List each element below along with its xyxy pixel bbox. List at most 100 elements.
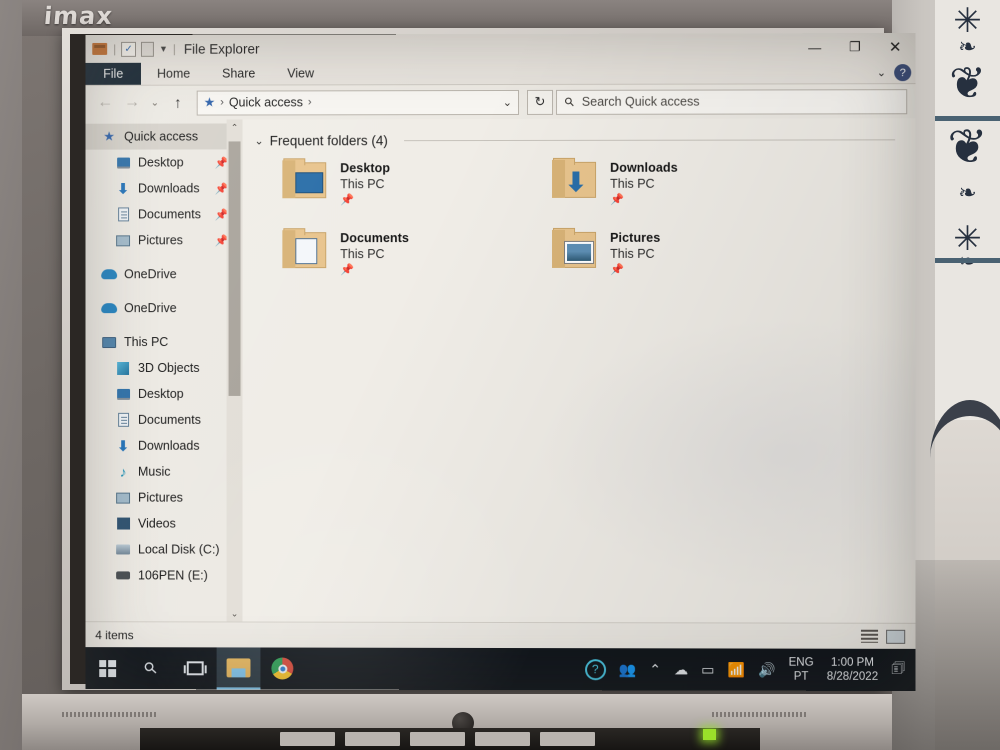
folder-grid: Desktop This PC 📌 ⬇ Downloads This PC 📌 … — [254, 159, 915, 276]
download-icon: ⬇ — [115, 181, 131, 196]
volume-icon[interactable]: 🔊 — [758, 663, 776, 677]
file-explorer-icon — [227, 658, 251, 677]
new-folder-icon[interactable] — [141, 41, 154, 56]
pin-icon: 📌 — [610, 263, 660, 276]
ribbon-expand-icon[interactable]: ⌄ — [877, 66, 886, 79]
people-icon[interactable]: 👥 — [619, 662, 636, 676]
sidebar-item-label: Videos — [138, 517, 176, 531]
folder-item-desktop[interactable]: Desktop This PC 📌 — [254, 160, 524, 206]
picture-icon — [115, 490, 131, 505]
download-badge-icon: ⬇ — [565, 172, 587, 193]
sidebar-item-downloads-2[interactable]: ⬇ Downloads — [85, 433, 242, 459]
folder-item-documents[interactable]: Documents This PC 📌 — [254, 230, 524, 276]
sidebar-item-quick-access[interactable]: ★ Quick access — [85, 123, 242, 149]
back-button[interactable]: ← — [93, 90, 117, 116]
minimize-button[interactable]: — — [795, 33, 835, 61]
chrome-button[interactable] — [260, 647, 304, 689]
breadcrumb-quick-access[interactable]: Quick access — [229, 95, 303, 109]
navigation-pane[interactable]: ★ Quick access Desktop 📌 ⬇ Downloads 📌 D… — [85, 119, 242, 621]
chevron-down-icon[interactable]: ▼ — [159, 44, 168, 54]
keyboard — [140, 728, 760, 750]
large-icons-view-icon[interactable] — [886, 629, 905, 643]
folder-icon: ⬇ — [552, 160, 600, 202]
recent-locations-icon[interactable]: ⌄ — [147, 90, 163, 116]
quick-access-toolbar[interactable]: | ✓ ▼ | — [91, 41, 176, 57]
sidebar-item-pictures-2[interactable]: Pictures — [85, 485, 242, 511]
up-button[interactable]: ↑ — [166, 90, 190, 116]
sidebar-item-106pen-e[interactable]: 106PEN (E:) — [85, 562, 242, 588]
sidebar-item-music[interactable]: ♪ Music — [85, 459, 242, 485]
file-explorer-button[interactable] — [217, 647, 261, 689]
sidebar-item-label: Downloads — [138, 181, 200, 195]
keyboard-led — [703, 729, 716, 740]
scrollbar-thumb[interactable] — [229, 141, 241, 396]
folder-icon — [552, 230, 600, 272]
sidebar-item-documents[interactable]: Documents 📌 — [85, 201, 242, 227]
sidebar-item-desktop-2[interactable]: Desktop — [85, 381, 242, 407]
star-icon: ★ — [101, 129, 117, 144]
folder-item-pictures[interactable]: Pictures This PC 📌 — [524, 230, 795, 276]
maximize-button[interactable]: ❐ — [835, 33, 875, 61]
tab-share[interactable]: Share — [206, 63, 271, 85]
properties-icon[interactable]: ✓ — [121, 41, 136, 56]
search-placeholder: Search Quick access — [582, 95, 700, 109]
document-icon — [115, 412, 131, 427]
sidebar-item-desktop[interactable]: Desktop 📌 — [85, 149, 242, 175]
ribbon-tabs: File Home Share View ⌄ ? — [85, 61, 915, 86]
help-icon[interactable]: ? — [894, 64, 911, 81]
desktop-icon — [115, 155, 131, 170]
forward-button[interactable]: → — [120, 90, 144, 116]
task-view-button[interactable] — [173, 647, 217, 689]
details-view-icon[interactable] — [861, 630, 878, 643]
sidebar-item-local-disk-c[interactable]: Local Disk (C:) — [85, 536, 242, 562]
sidebar-item-label: Desktop — [138, 155, 184, 169]
sidebar-item-this-pc[interactable]: This PC — [85, 329, 242, 355]
sidebar-item-onedrive-1[interactable]: OneDrive — [85, 261, 242, 287]
address-field[interactable]: ★ › Quick access › ⌄ — [197, 89, 519, 115]
group-header-frequent-folders[interactable]: ⌄ Frequent folders (4) — [254, 132, 915, 148]
folder-item-downloads[interactable]: ⬇ Downloads This PC 📌 — [524, 160, 795, 206]
scroll-down-icon[interactable]: ⌄ — [227, 606, 243, 622]
onedrive-tray-icon[interactable]: ☁ — [674, 662, 688, 676]
search-button[interactable]: ⚲ — [129, 647, 173, 689]
battery-icon[interactable]: ▭ — [701, 662, 714, 676]
tab-view[interactable]: View — [271, 62, 330, 84]
group-divider — [404, 139, 895, 141]
sidebar-item-label: OneDrive — [124, 301, 177, 315]
clock[interactable]: 1:00 PM 8/28/2022 — [827, 655, 878, 684]
scroll-up-icon[interactable]: ⌃ — [227, 119, 243, 135]
sidebar-item-documents-2[interactable]: Documents — [85, 407, 242, 433]
sidebar-item-pictures[interactable]: Pictures 📌 — [85, 227, 242, 253]
folder-name: Pictures — [610, 231, 660, 245]
sidebar-item-label: Pictures — [138, 491, 183, 505]
sidebar-item-onedrive-2[interactable]: OneDrive — [85, 295, 242, 321]
status-bar: 4 items — [85, 621, 915, 649]
refresh-button[interactable]: ↻ — [527, 89, 553, 114]
sidebar-item-label: 106PEN (E:) — [138, 568, 208, 582]
sidebar-item-3d-objects[interactable]: 3D Objects — [85, 355, 242, 381]
help-icon[interactable]: ? — [585, 659, 606, 680]
wifi-icon[interactable]: 📶 — [728, 663, 745, 677]
title-bar: | ✓ ▼ | File Explorer — ❐ ✕ — [85, 33, 915, 63]
windows-logo-icon — [99, 660, 116, 677]
close-button[interactable]: ✕ — [875, 33, 915, 61]
folder-icon[interactable] — [91, 41, 108, 57]
language-indicator[interactable]: ENG PT — [789, 655, 814, 684]
clock-date: 8/28/2022 — [827, 670, 878, 685]
sidebar-item-videos[interactable]: Videos — [85, 511, 242, 537]
address-dropdown-icon[interactable]: ⌄ — [503, 95, 512, 108]
explorer-body: ★ Quick access Desktop 📌 ⬇ Downloads 📌 D… — [85, 118, 915, 623]
sidebar-item-downloads[interactable]: ⬇ Downloads 📌 — [85, 175, 242, 201]
chevron-down-icon[interactable]: ⌄ — [254, 134, 263, 147]
navigation-scrollbar[interactable]: ⌃ ⌄ — [227, 119, 243, 621]
folder-location: This PC — [610, 177, 678, 191]
ribbon-right-controls: ⌄ ? — [877, 61, 911, 84]
content-pane[interactable]: ⌄ Frequent folders (4) Desktop This PC 📌… — [243, 118, 916, 623]
show-hidden-icons-chevron[interactable]: ⌃ — [649, 662, 661, 676]
search-box[interactable]: ⚲ Search Quick access — [556, 89, 907, 115]
start-button[interactable] — [85, 647, 129, 689]
tab-file[interactable]: File — [85, 63, 141, 85]
notifications-icon[interactable]: 🗊 — [891, 657, 905, 682]
folder-name: Downloads — [610, 161, 678, 175]
tab-home[interactable]: Home — [141, 63, 206, 85]
